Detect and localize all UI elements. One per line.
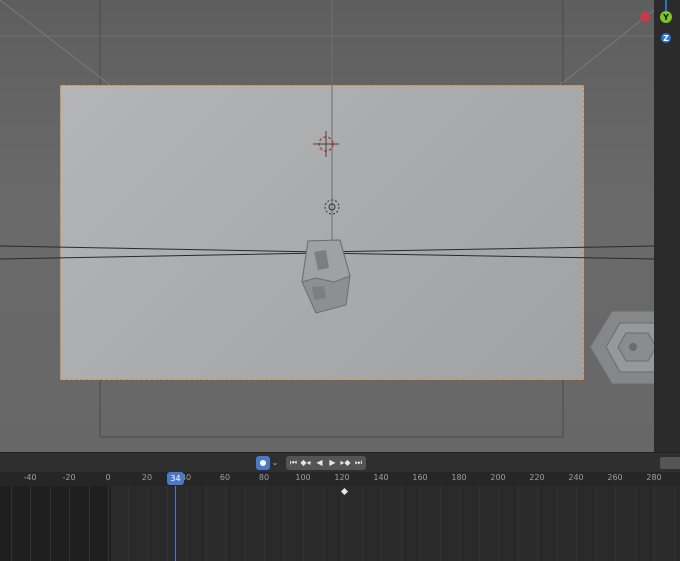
timeline-gridline xyxy=(517,486,519,561)
timeline-track-area[interactable] xyxy=(0,486,680,561)
ruler-tick-label: -40 xyxy=(23,473,37,482)
ruler-tick-label: 0 xyxy=(105,473,111,482)
3d-viewport[interactable] xyxy=(0,0,654,452)
timeline-gridline xyxy=(537,486,538,561)
ruler-tick-label: 100 xyxy=(295,473,311,482)
play-reverse-button[interactable]: ◀ xyxy=(313,456,326,470)
current-frame-indicator[interactable]: 34 xyxy=(167,472,184,485)
timeline-gridline xyxy=(556,486,558,561)
playback-controls: ⏮ ◆◂ ◀ ▶ ▸◆ ⏭ xyxy=(286,456,366,470)
ruler-tick-label: 220 xyxy=(529,473,545,482)
timeline-gridline xyxy=(459,486,460,561)
next-keyframe-button[interactable]: ▸◆ xyxy=(339,456,352,470)
gizmo-x-axis[interactable] xyxy=(640,12,650,22)
ruler-tick-label: 60 xyxy=(219,473,231,482)
timeline-gridline xyxy=(147,486,148,561)
chevron-down-icon[interactable]: ⌄ xyxy=(270,456,280,470)
ruler-tick-label: 140 xyxy=(373,473,389,482)
ruler-tick-label: 120 xyxy=(334,473,350,482)
timeline-gridline xyxy=(186,486,187,561)
ruler-tick-label: -20 xyxy=(62,473,76,482)
ruler-tick-label: 240 xyxy=(568,473,584,482)
timeline-gridline xyxy=(283,486,285,561)
prev-keyframe-button[interactable]: ◆◂ xyxy=(299,456,312,470)
timeline-gridline xyxy=(30,486,31,561)
pre-range-region xyxy=(0,486,111,561)
timeline-gridline xyxy=(322,486,324,561)
timeline-header: ⌄ ⏮ ◆◂ ◀ ▶ ▸◆ ⏭ xyxy=(0,452,680,473)
auto-keying-button[interactable] xyxy=(256,456,270,470)
timeline-gridline xyxy=(615,486,616,561)
timeline-gridline xyxy=(478,486,480,561)
timeline-gridline xyxy=(361,486,363,561)
timeline-gridline xyxy=(381,486,382,561)
timeline-gridline xyxy=(108,486,109,561)
ruler-tick-label: 160 xyxy=(412,473,428,482)
timeline-gridline xyxy=(576,486,577,561)
timeline-gridline xyxy=(303,486,304,561)
timeline-gridline xyxy=(634,486,636,561)
3d-cursor-icon[interactable] xyxy=(313,131,339,157)
gizmo-y-axis[interactable]: Y xyxy=(660,11,672,23)
timeline-gridline xyxy=(420,486,421,561)
timeline-gridline xyxy=(49,486,51,561)
gizmo-z-axis-line xyxy=(665,0,667,11)
ruler-tick-label: 260 xyxy=(607,473,623,482)
timeline-gridline xyxy=(595,486,597,561)
timeline-gridline xyxy=(69,486,70,561)
timeline-gridline xyxy=(244,486,246,561)
timeline-gridline xyxy=(264,486,265,561)
frame-range-field[interactable] xyxy=(660,457,680,469)
ruler-tick-label: 20 xyxy=(141,473,153,482)
ruler-tick-label: 200 xyxy=(490,473,506,482)
timeline-gridline xyxy=(166,486,168,561)
timeline-gridline xyxy=(88,486,90,561)
viewport-right-strip xyxy=(654,0,680,452)
timeline-gridline xyxy=(400,486,402,561)
timeline-gridline xyxy=(10,486,12,561)
timeline-gridline xyxy=(205,486,207,561)
playhead-line[interactable] xyxy=(175,486,176,561)
ruler-tick-label: 180 xyxy=(451,473,467,482)
timeline-gridline xyxy=(127,486,129,561)
hex-mesh-object-secondary[interactable] xyxy=(589,310,654,385)
frame-ruler[interactable]: -40 -20 0 20 40 60 80 100 120 140 160 180 200 220 240 2… xyxy=(0,472,680,486)
gizmo-z-axis[interactable]: Z xyxy=(661,33,671,43)
timeline-gridline xyxy=(342,486,343,561)
ruler-tick-label: 80 xyxy=(258,473,270,482)
ruler-tick-label: 280 xyxy=(646,473,662,482)
play-button[interactable]: ▶ xyxy=(326,456,339,470)
navigation-gizmo[interactable]: Y Z xyxy=(630,0,680,50)
timeline-gridline xyxy=(439,486,441,561)
scene-objects xyxy=(0,0,654,385)
timeline-gridline xyxy=(498,486,499,561)
timeline-gridline xyxy=(654,486,655,561)
timeline-gridline xyxy=(225,486,226,561)
record-icon xyxy=(260,460,266,466)
jump-to-end-button[interactable]: ⏭ xyxy=(352,456,365,470)
hex-mesh-object[interactable] xyxy=(301,239,351,314)
timeline-gridline xyxy=(673,486,675,561)
